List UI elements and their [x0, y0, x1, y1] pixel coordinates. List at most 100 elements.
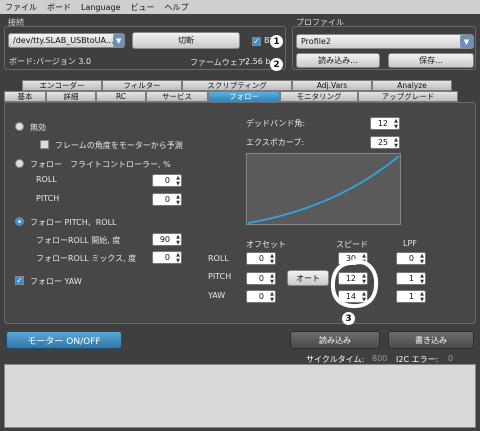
board-version: バージョン 3.0 — [36, 57, 92, 66]
menu-bar: ファイル ボード Language ビュー ヘルプ — [0, 0, 480, 14]
offset-header: オフセット — [246, 240, 286, 249]
tab-filter[interactable]: フィルター — [102, 80, 182, 91]
stepper-arrows-icon: ▲ ▼ — [420, 253, 424, 265]
row-yaw-label: YAW — [208, 291, 226, 300]
tab-scripting[interactable]: スクリプティング — [182, 80, 292, 91]
yaw-lpf-value: 1 — [408, 292, 414, 301]
chevron-down-icon: ▼ — [460, 35, 473, 48]
menu-view[interactable]: ビュー — [125, 2, 159, 13]
roll-offset-stepper[interactable]: 0 ▲ ▼ — [246, 252, 276, 265]
i2c-error-value: 0 — [448, 354, 454, 363]
tab-service[interactable]: サービス — [146, 91, 208, 102]
tab-monitoring[interactable]: モニタリング — [280, 91, 358, 102]
expo-value: 25 — [377, 138, 388, 147]
flight-label: フォロー フライトコントローラー, % — [30, 160, 171, 169]
chevron-down-icon: ▼ — [113, 34, 124, 47]
port-value: /dev/tty.SLAB_USBtoUA... — [13, 36, 114, 45]
tab-rc[interactable]: RC — [96, 91, 146, 102]
menu-help[interactable]: ヘルプ — [159, 2, 193, 13]
tab-adjvars[interactable]: Adj.Vars — [292, 80, 372, 91]
pitch-stepper[interactable]: 0 ▲ ▼ — [152, 193, 182, 206]
tab-upgrade[interactable]: アップグレード — [358, 91, 458, 102]
pitch-lpf-stepper[interactable]: 1 ▲ ▼ — [396, 272, 426, 285]
stepper-arrows-icon: ▲ ▼ — [394, 137, 398, 149]
follow-yaw-checkbox[interactable]: ✓ — [15, 276, 24, 285]
annotation-2: 2 — [270, 58, 283, 71]
menu-board[interactable]: ボード — [42, 2, 76, 13]
expo-curve-graph — [246, 153, 401, 225]
roll-lpf-stepper[interactable]: 0 ▲ ▼ — [396, 252, 426, 265]
roll-mix-stepper[interactable]: 0 ▲ ▼ — [152, 251, 182, 264]
roll-start-label: フォローROLL 開始, 度 — [36, 236, 121, 245]
write-button[interactable]: 書き込み — [388, 331, 474, 349]
stepper-arrows-icon: ▲ ▼ — [176, 194, 180, 206]
tab-encoder[interactable]: エンコーダー — [22, 80, 102, 91]
row-roll-label: ROLL — [208, 254, 229, 263]
profile-select[interactable]: Profile2 ▼ — [296, 34, 474, 49]
motor-toggle-button[interactable]: モーター ON/OFF — [6, 331, 122, 349]
flight-radio[interactable] — [15, 159, 24, 168]
firmware-label: ファームウェア: — [190, 58, 249, 67]
roll-lpf-value: 0 — [408, 254, 414, 263]
auto-button[interactable]: オート — [287, 270, 329, 286]
deadband-stepper[interactable]: 12 ▲ ▼ — [370, 117, 400, 130]
stepper-arrows-icon: ▲ ▼ — [394, 118, 398, 130]
tab-basic[interactable]: 基本 — [4, 91, 46, 102]
stepper-arrows-icon: ▲ ▼ — [176, 234, 180, 246]
profile-load-button[interactable]: 読み込み... — [296, 53, 380, 68]
menu-file[interactable]: ファイル — [0, 2, 42, 13]
board-label: ボード: — [9, 57, 36, 66]
roll-start-value: 90 — [159, 235, 170, 244]
tab-follow[interactable]: フォロー — [208, 91, 280, 102]
tab-analyze[interactable]: Analyze — [372, 80, 452, 91]
stepper-arrows-icon: ▲ ▼ — [270, 253, 274, 265]
pitch-offset-stepper[interactable]: 0 ▲ ▼ — [246, 272, 276, 285]
pitch-offset-value: 0 — [258, 274, 264, 283]
roll-stepper[interactable]: 0 ▲ ▼ — [152, 174, 182, 187]
roll-value: 0 — [164, 176, 170, 185]
bt-checkbox[interactable]: ✓ — [252, 37, 261, 46]
stepper-arrows-icon: ▲ ▼ — [270, 291, 274, 303]
profile-save-button[interactable]: 保存... — [388, 53, 474, 68]
log-area[interactable] — [4, 364, 476, 428]
roll-mix-label: フォローROLL ミックス, 度 — [36, 254, 137, 263]
cycle-time-value: 800 — [372, 354, 388, 363]
annotation-1: 1 — [270, 35, 283, 48]
stepper-arrows-icon: ▲ ▼ — [420, 273, 424, 285]
disconnect-button[interactable]: 切断 — [132, 32, 240, 49]
roll-label: ROLL — [36, 175, 57, 184]
expo-label: エクスポカーブ: — [246, 138, 304, 147]
roll-offset-value: 0 — [258, 254, 264, 263]
disabled-label: 無効 — [30, 123, 46, 132]
pitch-lpf-value: 1 — [408, 274, 414, 283]
follow-yaw-label: フォロー YAW — [30, 277, 82, 286]
profile-value: Profile2 — [301, 37, 331, 46]
lpf-header: LPF — [403, 239, 417, 248]
tab-advanced[interactable]: 詳細 — [46, 91, 96, 102]
read-button[interactable]: 読み込み — [290, 331, 380, 349]
deadband-label: デッドバンド角: — [246, 119, 306, 128]
yaw-offset-value: 0 — [258, 292, 264, 301]
stepper-arrows-icon: ▲ ▼ — [176, 175, 180, 187]
deadband-value: 12 — [377, 119, 388, 128]
disabled-radio[interactable] — [15, 122, 24, 131]
follow-pr-radio[interactable] — [15, 217, 24, 226]
pitch-value: 0 — [164, 195, 170, 204]
stepper-arrows-icon: ▲ ▼ — [270, 273, 274, 285]
port-select[interactable]: /dev/tty.SLAB_USBtoUA... ▼ — [8, 33, 125, 48]
yaw-offset-stepper[interactable]: 0 ▲ ▼ — [246, 290, 276, 303]
yaw-lpf-stepper[interactable]: 1 ▲ ▼ — [396, 290, 426, 303]
predict-checkbox[interactable] — [40, 140, 49, 149]
annotation-highlight-circle — [330, 259, 379, 309]
annotation-3: 3 — [342, 312, 355, 325]
follow-pr-label: フォロー PITCH、ROLL — [30, 218, 117, 227]
roll-start-stepper[interactable]: 90 ▲ ▼ — [152, 233, 182, 246]
stepper-arrows-icon: ▲ ▼ — [176, 252, 180, 264]
expo-stepper[interactable]: 25 ▲ ▼ — [370, 136, 400, 149]
menu-language[interactable]: Language — [76, 3, 125, 12]
pitch-label: PITCH — [36, 194, 60, 203]
speed-header: スピード — [336, 240, 368, 249]
row-pitch-label: PITCH — [208, 272, 232, 281]
firmware-value: 2.56 b — [245, 57, 271, 66]
roll-mix-value: 0 — [164, 253, 170, 262]
